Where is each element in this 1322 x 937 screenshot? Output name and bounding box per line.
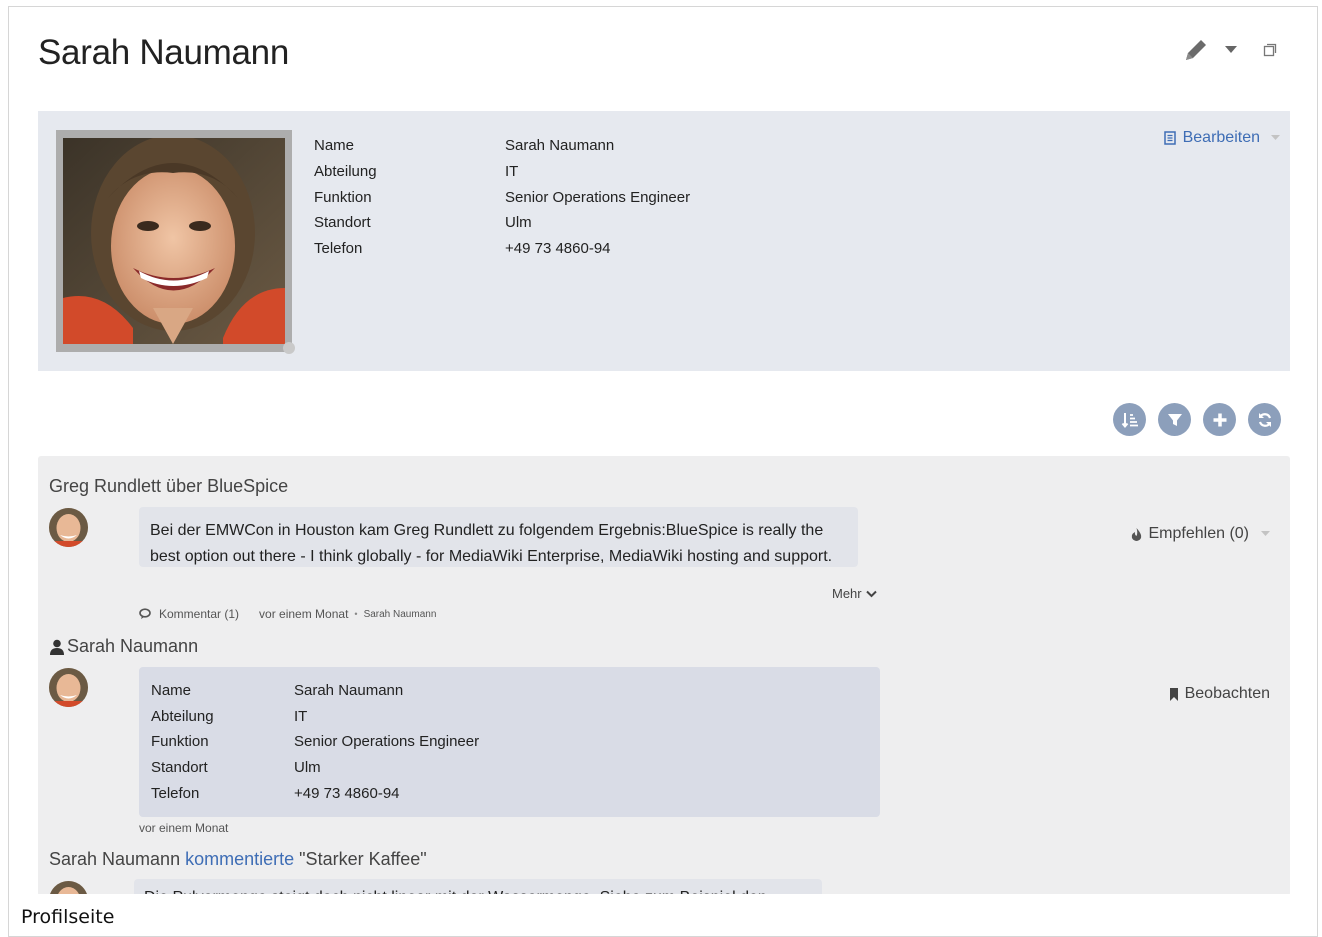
info-row-name: Name Sarah Naumann <box>314 137 615 155</box>
page-tools <box>1183 37 1277 63</box>
fire-icon <box>1131 527 1141 541</box>
entry-user-link[interactable]: Sarah Naumann <box>49 849 180 869</box>
sort-icon <box>1121 412 1138 428</box>
profile-info-table: Name Sarah Naumann Abteilung IT Funktion Se… <box>314 133 690 261</box>
profile-photo-frame <box>56 130 295 354</box>
document-icon <box>1163 131 1176 145</box>
avatar[interactable] <box>49 668 88 707</box>
filter-button[interactable] <box>1158 403 1191 436</box>
pencil-icon[interactable] <box>1183 37 1211 63</box>
comments-icon <box>139 608 151 619</box>
info-row-department: Abteilung IT <box>151 707 308 725</box>
bookmark-icon <box>1169 687 1178 701</box>
info-row-location: Standort Ulm <box>151 758 321 776</box>
watch-button[interactable]: Beobachten <box>1169 685 1270 703</box>
info-row-location: Standort Ulm <box>314 214 532 232</box>
caret-down-icon <box>1271 135 1280 140</box>
entry-title[interactable]: Greg Rundlett über BlueSpice <box>49 476 288 497</box>
entry-title[interactable]: Sarah Naumann <box>49 636 198 657</box>
activity-stream: Greg Rundlett über BlueSpice Bei der EMW… <box>38 456 1290 895</box>
profile-info-box: Name Sarah Naumann Abteilung IT Funktion Se… <box>38 111 1290 371</box>
stream-toolbar <box>1113 403 1281 436</box>
more-toggle[interactable]: Mehr <box>832 586 877 601</box>
entry-time: vor einem Monat <box>259 607 349 621</box>
chevron-down-icon <box>865 590 877 597</box>
meta-separator-dot: • <box>354 609 358 619</box>
comment-link[interactable]: Kommentar (1) <box>159 607 239 621</box>
info-row-function: Funktion Senior Operations Engineer <box>151 733 480 751</box>
caret-down-icon <box>1261 531 1270 536</box>
sort-button[interactable] <box>1113 403 1146 436</box>
filter-icon <box>1167 413 1182 426</box>
entry-meta: Kommentar (1) vor einem Monat • Sarah Na… <box>139 607 436 621</box>
entry-author[interactable]: Sarah Naumann <box>364 609 437 620</box>
plus-icon <box>1213 413 1226 426</box>
edit-profile-button[interactable]: Bearbeiten <box>1163 129 1280 147</box>
page-title: Sarah Naumann <box>38 33 289 72</box>
entry-page-name[interactable]: "Starker Kaffee" <box>299 849 427 869</box>
edit-profile-label: Bearbeiten <box>1182 129 1260 146</box>
info-row-phone: Telefon +49 73 4860-94 <box>314 240 611 258</box>
caret-down-icon[interactable] <box>1225 46 1237 54</box>
recommend-button[interactable]: Empfehlen (0) <box>1130 525 1270 543</box>
entry-title: Sarah Naumann kommentierte "Starker Kaff… <box>49 849 427 870</box>
add-button[interactable] <box>1203 403 1236 436</box>
info-row-phone: Telefon +49 73 4860-94 <box>151 784 400 802</box>
info-row-department: Abteilung IT <box>314 163 519 181</box>
refresh-icon <box>1258 412 1271 427</box>
refresh-button[interactable] <box>1248 403 1281 436</box>
expand-icon[interactable] <box>1263 43 1277 57</box>
profile-page-frame: Sarah Naumann Name Sarah Naumann Abteilu… <box>8 6 1318 896</box>
info-row-name: Name Sarah Naumann <box>151 681 404 699</box>
comment-activity-link[interactable]: kommentierte <box>185 849 294 869</box>
image-caption: Profilseite <box>21 906 115 928</box>
entry-text-bubble: Bei der EMWCon in Houston kam Greg Rundl… <box>139 507 858 567</box>
info-row-function: Funktion Senior Operations Engineer <box>314 188 691 206</box>
user-icon <box>50 639 64 655</box>
profile-card-bubble: Name Sarah Naumann Abteilung IT Funktion Se… <box>139 667 880 817</box>
profile-photo[interactable] <box>63 138 285 344</box>
avatar[interactable] <box>49 508 88 547</box>
photo-indicator-dot <box>283 342 295 354</box>
entry-time: vor einem Monat <box>139 821 229 835</box>
caption-bar: Profilseite <box>8 894 1318 937</box>
